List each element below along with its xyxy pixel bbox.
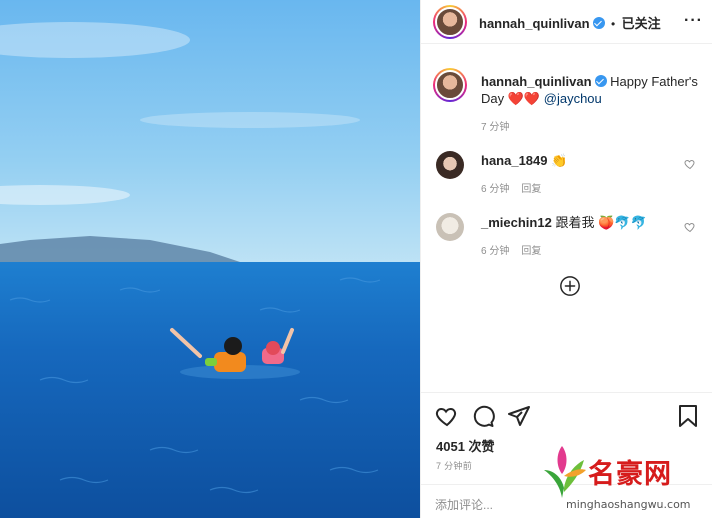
comment-avatar[interactable] [436,213,464,241]
separator: • [610,17,616,31]
more-horizontal-icon[interactable]: ··· [684,12,703,30]
watermark-url: minghaoshangwu.com [566,498,691,511]
likes-count[interactable]: 4051 次赞 [436,436,495,455]
caption: hannah_quinlivan Happy Father's Day ❤️❤️… [481,73,703,107]
caption-time: 7 分钟 [481,122,510,133]
mention-link[interactable]: @jaychou [544,91,602,106]
comment-username[interactable]: hana_1849 [481,153,548,168]
watermark: 名豪网 minghaoshangwu.com [536,440,712,518]
post-header: hannah_quinlivan • 已关注 ··· [421,0,712,44]
reply-button[interactable]: 回复 [521,246,541,257]
post-time: 7 分钟前 [436,461,473,471]
comment-username[interactable]: _miechin12 [481,215,552,230]
verified-badge-icon [592,17,605,29]
caption-emoji: ❤️❤️ [507,91,541,106]
header-username[interactable]: hannah_quinlivan [479,16,590,31]
verified-badge-icon [594,75,607,87]
watermark-title: 名豪网 [588,459,672,490]
comment-row: hana_1849 👏 [481,152,567,169]
comment-text: 👏 [551,153,568,168]
comment-icon[interactable] [471,404,495,428]
comment-meta: 6 分钟 回复 [481,241,541,259]
reply-button[interactable]: 回复 [521,184,541,195]
send-icon[interactable] [507,404,531,428]
caption-username[interactable]: hannah_quinlivan [481,74,592,89]
comment-avatar[interactable] [436,151,464,179]
comment-input[interactable]: 添加评论... [435,496,493,513]
avatar[interactable] [433,5,467,39]
plus-circle-icon[interactable] [559,275,581,297]
comment-row: _miechin12 跟着我 🍑🐬🐬 [481,214,647,231]
bookmark-icon[interactable] [677,404,699,428]
caption-avatar[interactable] [433,68,467,102]
heart-icon[interactable] [435,404,459,428]
comment-time: 6 分钟 [481,246,510,257]
follow-status-button[interactable]: 已关注 [622,16,661,31]
comment-time: 6 分钟 [481,184,510,195]
post-photo[interactable] [0,0,420,518]
comment-meta: 6 分钟 回复 [481,179,541,197]
heart-icon[interactable] [684,221,696,233]
watermark-logo-icon [544,446,586,498]
comment-text: 跟着我 🍑🐬🐬 [555,215,647,230]
heart-icon[interactable] [684,158,696,170]
